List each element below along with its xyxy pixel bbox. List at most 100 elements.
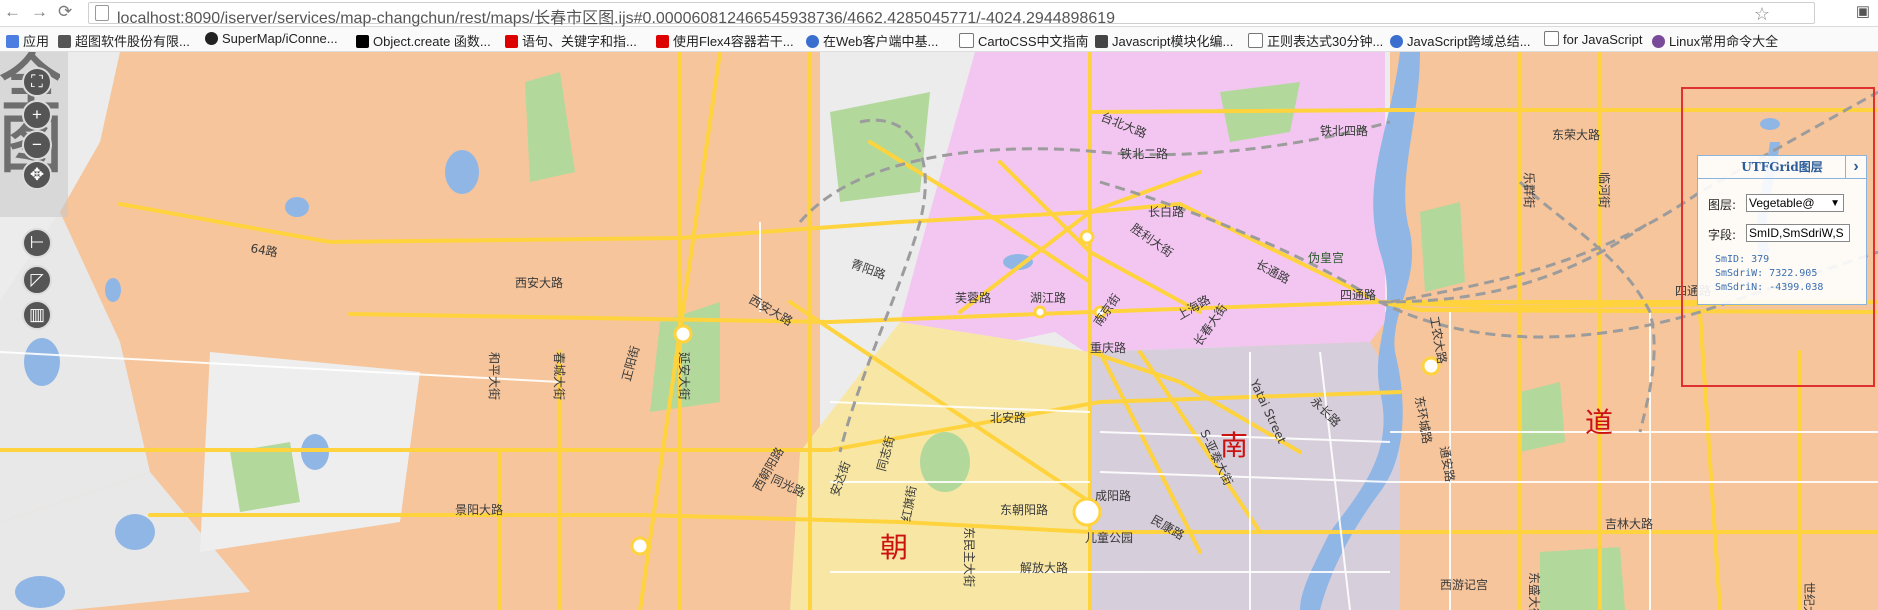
- bookmark-label: for JavaScript: [1563, 32, 1643, 47]
- page-icon: [95, 5, 109, 21]
- bookmark-label: JavaScript跨域总结...: [1407, 34, 1531, 49]
- street-label: 景阳大路: [455, 502, 503, 517]
- ruler-icon: ⊢: [29, 233, 45, 252]
- park: [1520, 382, 1565, 452]
- map-toolbar: ⛶ + − ✥: [0, 52, 68, 217]
- url-field[interactable]: localhost:8090/iserver/services/map-chan…: [88, 2, 1815, 27]
- feature-info-line: SmSdriN: -4399.038: [1715, 282, 1824, 293]
- zoom-out-icon: −: [32, 135, 42, 154]
- street-label: 铁北四路: [1320, 123, 1368, 138]
- lake: [115, 514, 155, 550]
- measure-area-button[interactable]: ◸: [22, 265, 52, 295]
- bookmarks-bar: 应用 超图软件股份有限... SuperMap/iConne... Object…: [0, 27, 1878, 52]
- bookmark-item[interactable]: Javascript模块化编...: [1095, 31, 1233, 50]
- street-label: 长白路: [1148, 204, 1184, 219]
- street-label: 东朝阳路: [1000, 502, 1048, 517]
- street-label: 铁北二路: [1120, 146, 1168, 161]
- street-label: 春城大街: [552, 352, 566, 400]
- street-label: 吉林大路: [1605, 516, 1653, 531]
- park: [1420, 202, 1465, 292]
- bookmark-item[interactable]: 正则表达式30分钟...: [1248, 31, 1383, 50]
- layer-select-value: Vegetable@: [1749, 196, 1815, 210]
- street-label: 湖江路: [1030, 290, 1066, 305]
- bookmark-label: 正则表达式30分钟...: [1267, 34, 1384, 49]
- page-icon: [1544, 31, 1559, 46]
- nav-buttons[interactable]: ←→⟳: [4, 2, 82, 22]
- feather-icon: [1095, 35, 1108, 48]
- clear-button[interactable]: ▥: [22, 300, 52, 330]
- bookmark-item[interactable]: Linux常用命令大全: [1652, 31, 1778, 50]
- bookmark-item[interactable]: 超图软件股份有限...: [58, 31, 190, 50]
- page-icon: [1248, 33, 1263, 48]
- map-canvas[interactable]: 台北大路 铁北四路 铁北二路 东荣大路 长白路 胜利大街 伪皇宫 64路 西安大…: [0, 52, 1878, 610]
- district-label: 南: [1220, 429, 1248, 462]
- zoom-in-button[interactable]: +: [22, 100, 52, 130]
- bookmark-item[interactable]: JavaScript跨域总结...: [1390, 31, 1531, 50]
- lake: [445, 150, 479, 194]
- map-view[interactable]: 台北大路 铁北四路 铁北二路 东荣大路 长白路 胜利大街 伪皇宫 64路 西安大…: [0, 52, 1878, 610]
- feature-info-line: SmSdriW: 7322.905: [1715, 268, 1818, 279]
- extension-icon[interactable]: ▣: [1856, 2, 1870, 20]
- layer-select[interactable]: Vegetable@ ▼: [1746, 194, 1844, 212]
- bookmark-item[interactable]: Object.create 函数...: [356, 31, 491, 50]
- zoom-in-icon: +: [32, 105, 42, 124]
- street-label: 延安大街: [677, 352, 692, 400]
- street-label: 儿童公园: [1085, 530, 1133, 545]
- csdn-icon: [806, 35, 819, 48]
- bookmark-label: Object.create 函数...: [373, 34, 491, 49]
- bookmark-label: 应用: [23, 34, 50, 49]
- street-label: 东盛大街: [1527, 572, 1542, 610]
- bookmark-label: Javascript模块化编...: [1112, 34, 1234, 49]
- lake: [105, 278, 121, 302]
- bookmark-item[interactable]: CartoCSS中文指南: [959, 31, 1089, 50]
- street-label: 芙蓉路: [955, 290, 991, 305]
- zoom-out-button[interactable]: −: [22, 130, 52, 160]
- street-label: 世纪大街: [1802, 582, 1816, 610]
- street-label: 伪皇宫: [1308, 250, 1344, 265]
- street-label: 西安大路: [515, 275, 563, 290]
- linux-icon: [1652, 35, 1665, 48]
- panel-title: UTFGrid图层: [1698, 156, 1866, 179]
- street-label: 北安路: [990, 410, 1026, 425]
- feature-info-line: SmID: 379: [1715, 254, 1770, 265]
- park: [230, 442, 300, 512]
- district-label: 道: [1585, 406, 1613, 439]
- adobe-icon: [505, 35, 518, 48]
- bookmark-label: 使用Flex4容器若干...: [673, 34, 794, 49]
- collapse-arrow-icon[interactable]: ›: [1845, 156, 1866, 178]
- layer-label: 图层:: [1708, 198, 1737, 212]
- commercial-district: [900, 52, 1385, 352]
- bookmark-star-icon[interactable]: ☆: [1754, 4, 1770, 25]
- bookmark-label: Linux常用命令大全: [1669, 34, 1779, 49]
- full-extent-button[interactable]: ⛶: [22, 67, 52, 97]
- bookmark-item[interactable]: 使用Flex4容器若干...: [656, 31, 794, 50]
- apps-icon: [6, 35, 19, 48]
- bookmark-item[interactable]: SuperMap/iConne...: [205, 31, 338, 46]
- chevron-down-icon: ▼: [1830, 198, 1840, 209]
- bookmark-item[interactable]: for JavaScript: [1544, 31, 1642, 47]
- street-label: 解放大路: [1020, 560, 1068, 575]
- adobe-icon: [656, 35, 669, 48]
- bookmark-item[interactable]: 语句、关键字和指...: [505, 31, 637, 50]
- lake: [15, 576, 65, 608]
- field-input[interactable]: SmID,SmSdriW,S: [1746, 224, 1850, 242]
- street-label: 东荣大路: [1552, 127, 1600, 142]
- street-label: 乐群街: [1522, 172, 1536, 208]
- district-label: 朝: [880, 531, 908, 564]
- url-text: localhost:8090/iserver/services/map-chan…: [117, 10, 1116, 27]
- park: [1540, 547, 1625, 610]
- bookmark-item[interactable]: 在Web客户端中基...: [806, 31, 938, 50]
- street-label: 临河街: [1597, 172, 1611, 208]
- trash-icon: ▥: [28, 305, 46, 324]
- bookmark-label: CartoCSS中文指南: [978, 34, 1089, 49]
- street-label: 和平大街: [487, 352, 501, 400]
- csdn-icon: [1390, 35, 1403, 48]
- measure-distance-button[interactable]: ⊢: [22, 228, 52, 258]
- page-icon: [959, 33, 974, 48]
- github-icon: [205, 32, 218, 45]
- bookmark-label: 超图软件股份有限...: [75, 34, 190, 49]
- bookmark-apps[interactable]: 应用: [6, 31, 49, 50]
- pan-button[interactable]: ✥: [22, 160, 52, 190]
- street-label: 成阳路: [1095, 488, 1131, 503]
- pan-icon: ✥: [29, 165, 45, 184]
